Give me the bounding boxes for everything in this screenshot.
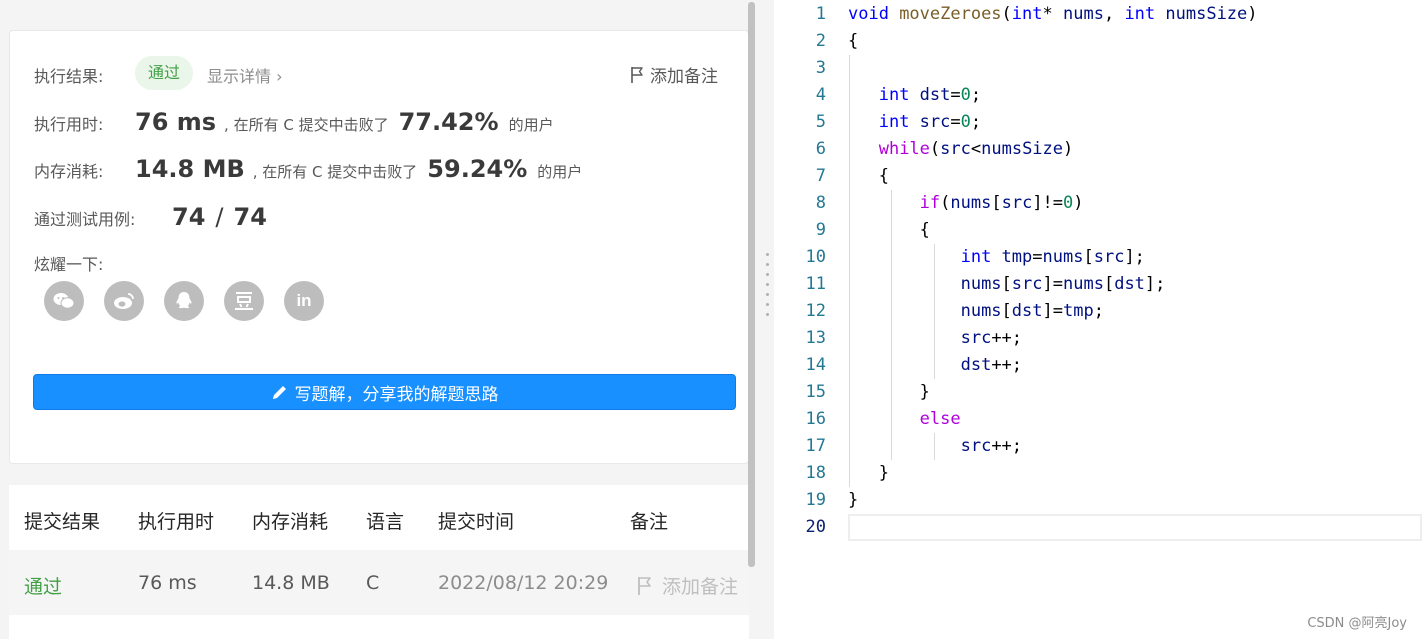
row-submit-time: 2022/08/12 20:29 — [438, 572, 609, 594]
line-number: 16 — [805, 409, 826, 429]
runtime-beat-text: , 在所有 C 提交中击败了 — [224, 116, 389, 134]
code-line[interactable]: else — [848, 409, 961, 429]
memory-beat-text: , 在所有 C 提交中击败了 — [252, 163, 418, 181]
flag-icon — [631, 66, 643, 83]
submission-table: 提交结果 执行用时 内存消耗 语言 提交时间 备注 通过 76 ms 14.8 … — [9, 485, 749, 639]
add-note-button[interactable]: 添加备注 — [630, 62, 718, 87]
line-number: 1 — [815, 4, 826, 24]
row-add-note-label: 添加备注 — [662, 576, 739, 598]
line-number: 4 — [815, 85, 826, 105]
line-number: 9 — [815, 220, 826, 240]
header-note: 备注 — [630, 511, 669, 533]
result-card: 执行结果: 通过 显示详情 › 添加备注 执行用时: 76 ms , 在所有 C… — [9, 30, 749, 464]
runtime-suffix: 的用户 — [508, 116, 554, 134]
header-time: 提交时间 — [438, 511, 515, 533]
line-number: 20 — [805, 517, 826, 537]
line-number: 3 — [815, 58, 826, 78]
line-number: 14 — [805, 355, 826, 375]
flag-icon — [638, 576, 651, 595]
show-details-link[interactable]: 显示详情 › — [207, 63, 283, 87]
current-line-highlight — [848, 514, 1422, 541]
share-label: 炫耀一下: — [34, 255, 104, 274]
code-line[interactable]: void moveZeroes(int* nums, int numsSize) — [848, 4, 1258, 24]
code-line[interactable]: } — [848, 490, 858, 510]
memory-suffix: 的用户 — [537, 163, 583, 181]
testcase-separator: / — [215, 203, 224, 231]
line-number: 5 — [815, 112, 826, 132]
code-line[interactable]: if(nums[src]!=0) — [848, 193, 1084, 213]
status-badge: 通过 — [135, 56, 194, 90]
line-number: 11 — [805, 274, 826, 294]
row-memory: 14.8 MB — [252, 572, 330, 594]
code-line[interactable]: int src=0; — [848, 112, 981, 132]
header-runtime: 执行用时 — [138, 511, 215, 533]
code-line[interactable]: dst++; — [848, 355, 1022, 375]
runtime-label: 执行用时: — [34, 115, 104, 134]
code-line[interactable]: src++; — [848, 328, 1022, 348]
submission-panel: 执行结果: 通过 显示详情 › 添加备注 执行用时: 76 ms , 在所有 C… — [0, 0, 760, 639]
header-language: 语言 — [366, 511, 405, 533]
runtime-row: 执行用时: 76 ms , 在所有 C 提交中击败了 77.42% 的用户 — [34, 108, 554, 136]
write-solution-button[interactable]: 写题解，分享我的解题思路 — [33, 374, 736, 410]
line-number: 17 — [805, 436, 826, 456]
code-line[interactable]: { — [848, 31, 858, 51]
runtime-percent: 77.42% — [398, 108, 499, 136]
code-line[interactable]: src++; — [848, 436, 1022, 456]
code-editor[interactable]: 1 2 3 4 5 6 7 8 9 10 11 12 13 14 15 16 1… — [774, 0, 1422, 639]
testcase-row: 通过测试用例: 74 / 74 — [34, 203, 267, 231]
memory-percent: 59.24% — [427, 155, 528, 183]
code-line[interactable]: int dst=0; — [848, 85, 981, 105]
code-line[interactable]: int tmp=nums[src]; — [848, 247, 1145, 267]
result-label: 执行结果: — [34, 67, 104, 86]
linkedin-icon[interactable]: in — [284, 281, 324, 321]
testcase-passed: 74 — [172, 203, 206, 231]
header-result: 提交结果 — [24, 511, 101, 533]
pencil-icon — [272, 385, 286, 399]
left-scrollbar[interactable] — [748, 2, 755, 567]
wechat-icon[interactable] — [44, 281, 84, 321]
line-number: 15 — [805, 382, 826, 402]
memory-label: 内存消耗: — [34, 162, 104, 181]
testcase-label: 通过测试用例: — [34, 210, 136, 229]
drag-handle-dot — [766, 313, 769, 316]
line-number: 8 — [815, 193, 826, 213]
drag-handle-dot — [766, 283, 769, 286]
drag-handle-dot — [766, 293, 769, 296]
line-number: 12 — [805, 301, 826, 321]
row-runtime: 76 ms — [138, 572, 197, 594]
row-add-note[interactable]: 添加备注 — [637, 572, 738, 599]
watermark: CSDN @阿亮Joy — [1307, 616, 1407, 631]
qq-icon[interactable] — [164, 281, 204, 321]
drag-handle-dot — [766, 263, 769, 266]
line-number: 2 — [815, 31, 826, 51]
code-line[interactable]: while(src<numsSize) — [848, 139, 1074, 159]
code-line[interactable]: } — [848, 382, 930, 402]
drag-handle-dot — [766, 273, 769, 276]
header-memory: 内存消耗 — [252, 511, 329, 533]
drag-handle-dot — [766, 253, 769, 256]
code-line[interactable]: nums[src]=nums[dst]; — [848, 274, 1166, 294]
panel-resize-handle[interactable] — [760, 0, 774, 639]
row-status[interactable]: 通过 — [24, 572, 62, 599]
add-note-label: 添加备注 — [650, 67, 718, 87]
code-line[interactable]: nums[dst]=tmp; — [848, 301, 1104, 321]
douban-icon[interactable] — [224, 281, 264, 321]
line-number: 13 — [805, 328, 826, 348]
code-line[interactable]: } — [848, 463, 889, 483]
weibo-icon[interactable] — [104, 281, 144, 321]
line-number: 10 — [805, 247, 826, 267]
code-line[interactable]: { — [848, 166, 889, 186]
code-line[interactable]: { — [848, 220, 930, 240]
line-number: 7 — [815, 166, 826, 186]
testcase-total: 74 — [233, 203, 267, 231]
line-number: 6 — [815, 139, 826, 159]
write-solution-label: 写题解，分享我的解题思路 — [294, 384, 499, 405]
line-number: 19 — [805, 490, 826, 510]
memory-row: 内存消耗: 14.8 MB , 在所有 C 提交中击败了 59.24% 的用户 — [34, 155, 582, 183]
memory-value: 14.8 MB — [135, 155, 245, 183]
line-number: 18 — [805, 463, 826, 483]
row-language: C — [366, 572, 380, 594]
runtime-value: 76 ms — [135, 108, 217, 136]
drag-handle-dot — [766, 303, 769, 306]
